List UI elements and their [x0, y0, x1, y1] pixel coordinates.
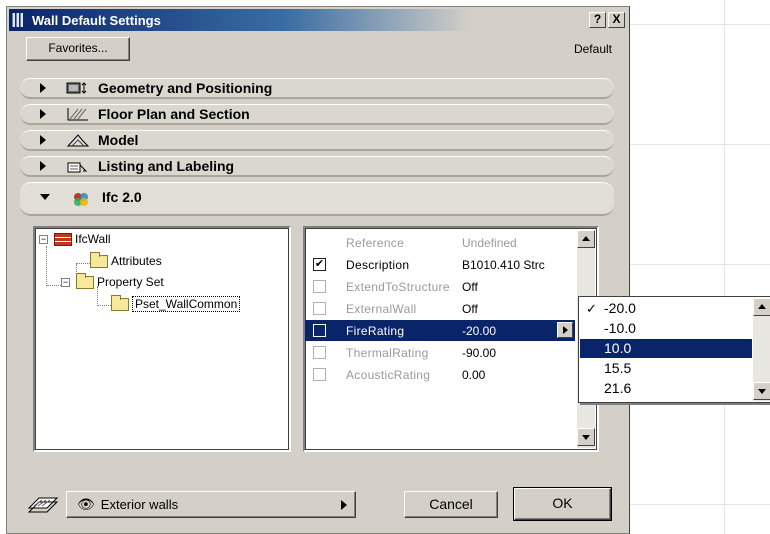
property-name: ThermalRating [346, 345, 429, 360]
layer-icon [26, 494, 60, 516]
panel-label: Listing and Labeling [98, 158, 235, 174]
property-value: -90.00 [462, 345, 497, 360]
geometry-icon [66, 80, 90, 96]
eye-icon: 👁 [77, 496, 95, 512]
property-row-description[interactable]: ✔ Description B1010.410 Strc [305, 254, 575, 275]
layer-label: Exterior walls [100, 497, 179, 512]
property-name: FireRating [346, 323, 405, 338]
property-name: AcousticRating [346, 367, 431, 382]
ifc-icon [70, 191, 94, 207]
property-value: -20.00 [462, 323, 497, 338]
panel-label: Geometry and Positioning [98, 80, 273, 96]
dropdown-scrollbar[interactable] [753, 298, 770, 401]
dropdown-option[interactable]: 21.6 [580, 379, 752, 398]
property-checkbox[interactable] [313, 302, 326, 315]
tree-item-label: Pset_WallCommon [132, 296, 241, 312]
floor-plan-icon [66, 106, 90, 122]
panel-model[interactable]: Model [20, 130, 614, 151]
listing-icon [66, 158, 90, 174]
property-row-extendtostructure[interactable]: ExtendToStructure Off [305, 276, 575, 297]
background-grid [630, 0, 770, 534]
dropdown-option[interactable]: 15.5 [580, 359, 752, 378]
tree-item-label: IfcWall [75, 232, 111, 246]
property-row-reference[interactable]: Reference Undefined [305, 232, 575, 253]
panel-geometry-and-positioning[interactable]: Geometry and Positioning [20, 78, 614, 99]
tree-item-label: Attributes [111, 254, 162, 268]
ok-button[interactable]: OK [513, 487, 612, 521]
folder-icon [76, 272, 94, 289]
property-checkbox[interactable]: ✔ [313, 258, 326, 271]
folder-icon [90, 251, 108, 268]
property-value: Off [462, 279, 478, 294]
property-checkbox[interactable] [313, 324, 326, 337]
panel-listing-and-labeling[interactable]: Listing and Labeling [20, 156, 614, 177]
tree-item-property-set[interactable]: − Property Set [61, 272, 164, 291]
scroll-down-icon[interactable] [753, 382, 770, 400]
popup-arrow-icon [341, 500, 347, 510]
property-row-thermalrating[interactable]: ThermalRating -90.00 [305, 342, 575, 363]
property-value: Undefined [462, 235, 517, 250]
layer-popup-button[interactable]: 👁 Exterior walls [66, 491, 356, 518]
property-value: Off [462, 301, 478, 316]
dropdown-option-highlighted[interactable]: 10.0 [580, 339, 752, 358]
panel-floor-plan-and-section[interactable]: Floor Plan and Section [20, 104, 614, 125]
panel-label: Ifc 2.0 [102, 189, 142, 205]
tree-item-attributes[interactable]: Attributes [90, 251, 162, 270]
cancel-button[interactable]: Cancel [404, 491, 498, 518]
property-row-externalwall[interactable]: ExternalWall Off [305, 298, 575, 319]
checkmark-icon: ✓ [586, 301, 597, 316]
scroll-down-icon[interactable] [577, 428, 595, 446]
default-label: Default [573, 42, 612, 56]
model-icon [66, 132, 90, 148]
property-name: ExtendToStructure [346, 279, 450, 294]
collapse-tree-icon[interactable]: − [39, 234, 48, 244]
wall-tool-icon [12, 13, 28, 27]
firerating-value-dropdown[interactable]: ✓ -20.0 -10.0 10.0 15.5 21.6 [578, 296, 770, 403]
value-popup-arrow-icon[interactable] [557, 322, 573, 338]
dropdown-option[interactable]: -10.0 [580, 319, 752, 338]
property-name: Description [346, 257, 410, 272]
expand-arrow-icon[interactable] [40, 135, 46, 145]
expand-arrow-icon[interactable] [40, 109, 46, 119]
property-list[interactable]: Reference Undefined ✔ Description B1010.… [303, 226, 599, 452]
expand-arrow-icon[interactable] [40, 161, 46, 171]
property-name: Reference [346, 235, 405, 250]
panel-label: Model [98, 132, 139, 148]
property-checkbox[interactable] [313, 346, 326, 359]
wall-brick-icon [54, 232, 72, 246]
property-checkbox[interactable] [313, 280, 326, 293]
property-row-acousticrating[interactable]: AcousticRating 0.00 [305, 364, 575, 385]
property-value: 0.00 [462, 367, 486, 382]
title-bar[interactable]: Wall Default Settings ? X [9, 9, 627, 31]
scroll-up-icon[interactable] [753, 298, 770, 316]
tree-item-ifcwall[interactable]: − IfcWall [39, 230, 111, 248]
window-title: Wall Default Settings [32, 12, 161, 28]
tree-item-pset-wallcommon[interactable]: Pset_WallCommon [111, 294, 241, 313]
collapse-arrow-icon[interactable] [40, 194, 50, 200]
collapse-tree-icon[interactable]: − [61, 277, 70, 287]
property-checkbox[interactable] [313, 236, 326, 249]
help-button[interactable]: ? [589, 12, 606, 28]
property-name: ExternalWall [346, 301, 417, 316]
favorites-button[interactable]: Favorites... [26, 37, 130, 61]
panel-label: Floor Plan and Section [98, 106, 250, 122]
property-checkbox[interactable] [313, 368, 326, 381]
tree-item-label: Property Set [97, 275, 164, 289]
property-value: B1010.410 Strc [462, 257, 545, 272]
ifc-tree-view[interactable]: − IfcWall Attributes − Property Set Pset… [33, 226, 291, 452]
folder-icon [111, 294, 129, 311]
scroll-up-icon[interactable] [577, 230, 595, 248]
dropdown-option[interactable]: ✓ -20.0 [580, 299, 752, 318]
expand-arrow-icon[interactable] [40, 83, 46, 93]
close-button[interactable]: X [608, 12, 625, 28]
property-row-firerating[interactable]: FireRating -20.00 [305, 320, 575, 341]
panel-ifc-2-0[interactable]: Ifc 2.0 [20, 182, 614, 216]
